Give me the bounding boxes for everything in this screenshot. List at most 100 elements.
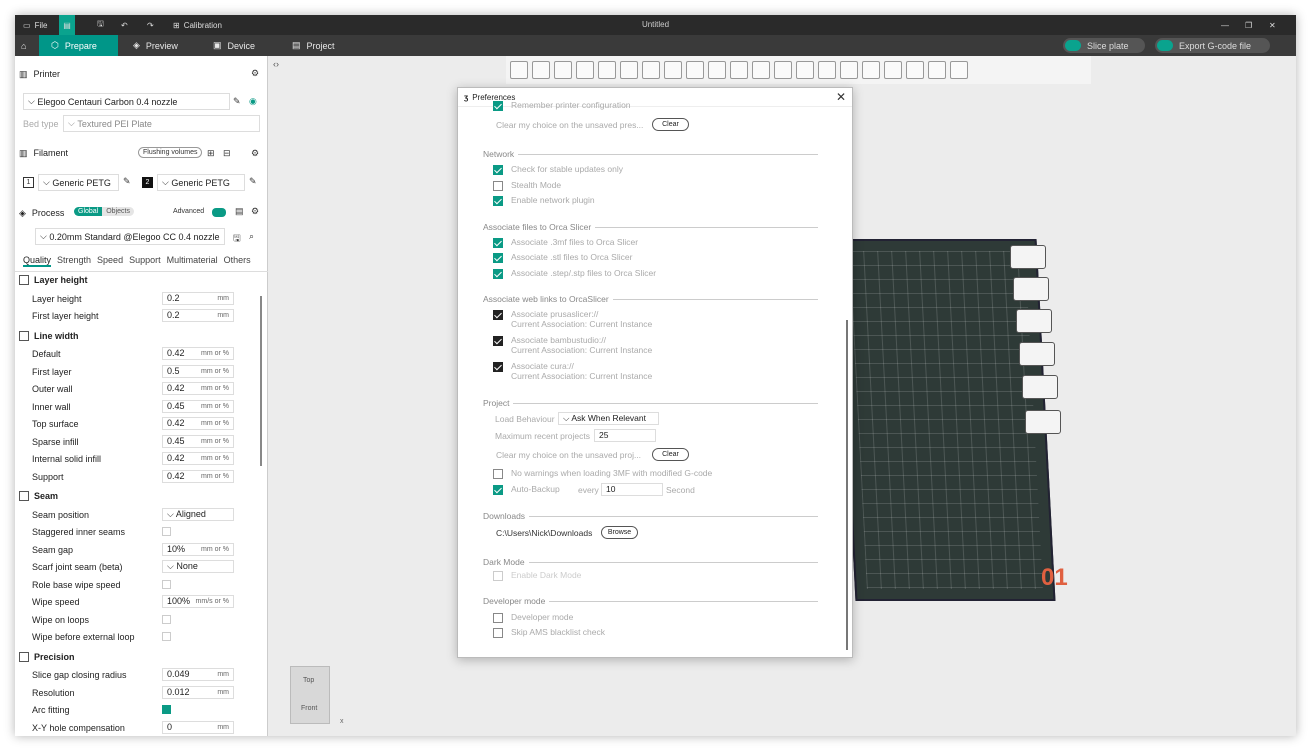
slice-gap-input[interactable]: 0.049 mm <box>162 668 234 681</box>
add-object-icon[interactable] <box>510 61 528 79</box>
tab-preview[interactable]: ◈ Preview <box>121 35 190 56</box>
sidebar-scrollbar[interactable] <box>260 296 262 466</box>
minimize-icon[interactable]: — <box>1221 15 1229 35</box>
first-layer-height-input[interactable]: 0.2 mm <box>162 309 234 322</box>
scarf-joint-select[interactable]: ⌵ None <box>162 560 234 573</box>
assoc-cura-option[interactable]: Associate cura://Current Association: Cu… <box>493 361 652 381</box>
assoc-bambu-option[interactable]: Associate bambustudio://Current Associat… <box>493 335 652 355</box>
network-plugin-option[interactable]: Enable network plugin <box>493 195 595 206</box>
lay-on-face-icon[interactable] <box>730 61 748 79</box>
checkbox[interactable] <box>493 310 503 320</box>
tab-strength[interactable]: Strength <box>57 255 91 267</box>
checkbox[interactable] <box>493 181 503 191</box>
bed-type-select[interactable]: ⌵ Textured PEI Plate <box>63 115 260 132</box>
process-settings-icon[interactable]: ⚙ <box>251 206 259 217</box>
tab-project[interactable]: ▤ Project <box>280 35 347 56</box>
maximize-icon[interactable]: ❐ <box>1245 15 1252 35</box>
arrange-icon[interactable] <box>576 61 594 79</box>
view-icon[interactable] <box>950 61 968 79</box>
tab-device[interactable]: ▣ Device <box>201 35 267 56</box>
load-behaviour-select[interactable]: ⌵ Ask When Relevant <box>558 412 659 425</box>
first-layer-width-input[interactable]: 0.5 mm or % <box>162 365 234 378</box>
max-recent-input[interactable]: 25 <box>594 429 656 442</box>
objects-option[interactable]: Objects <box>102 207 134 216</box>
grid-icon[interactable] <box>532 61 550 79</box>
assoc-stl-option[interactable]: Associate .stl files to Orca Slicer <box>493 252 632 263</box>
stable-updates-option[interactable]: Check for stable updates only <box>493 164 623 175</box>
support-paint-icon[interactable] <box>796 61 814 79</box>
checkbox[interactable] <box>493 238 503 248</box>
assoc-3mf-option[interactable]: Associate .3mf files to Orca Slicer <box>493 237 638 248</box>
tab-speed[interactable]: Speed <box>97 255 123 267</box>
search-icon[interactable]: ⌕ <box>249 231 254 242</box>
edit-filament-2-icon[interactable]: ✎ <box>249 176 257 187</box>
outer-wall-width-input[interactable]: 0.42 mm or % <box>162 382 234 395</box>
measure-icon[interactable] <box>884 61 902 79</box>
close-window-icon[interactable]: ✕ <box>1269 15 1276 35</box>
checkbox[interactable] <box>493 101 503 111</box>
skip-ams-option[interactable]: Skip AMS blacklist check <box>493 627 605 638</box>
move-icon[interactable] <box>664 61 682 79</box>
cut-icon[interactable] <box>752 61 770 79</box>
resolution-input[interactable]: 0.012 mm <box>162 686 234 699</box>
filament-2-select[interactable]: ⌵ Generic PETG <box>157 174 245 191</box>
filament-settings-icon[interactable]: ⚙ <box>251 148 259 159</box>
layers-icon[interactable] <box>642 61 660 79</box>
advanced-toggle[interactable] <box>212 208 226 217</box>
assembly-icon[interactable] <box>906 61 924 79</box>
wipe-on-loops-checkbox[interactable] <box>162 615 171 624</box>
mesh-boolean-icon[interactable] <box>774 61 792 79</box>
wipe-before-external-checkbox[interactable] <box>162 632 171 641</box>
add-filament-icon[interactable]: ⊞ <box>207 148 215 159</box>
process-profile-select[interactable]: ⌵ 0.20mm Standard @Elegoo CC 0.4 nozzle <box>35 228 225 245</box>
developer-mode-option[interactable]: Developer mode <box>493 612 573 623</box>
remember-printer-option[interactable]: Remember printer configuration <box>493 100 631 111</box>
rotate-icon[interactable] <box>686 61 704 79</box>
checkbox[interactable] <box>493 613 503 623</box>
lock-plate-icon[interactable] <box>1019 342 1055 366</box>
svg-icon[interactable] <box>928 61 946 79</box>
orient-icon[interactable] <box>554 61 572 79</box>
dialog-scrollbar[interactable] <box>846 320 848 650</box>
view-cube[interactable]: Top Front <box>290 666 330 724</box>
edit-icon[interactable]: ✎ <box>233 96 241 107</box>
stealth-mode-option[interactable]: Stealth Mode <box>493 180 561 191</box>
edit-filament-1-icon[interactable]: ✎ <box>123 176 131 187</box>
internal-solid-infill-width-input[interactable]: 0.42 mm or % <box>162 452 234 465</box>
auto-backup-option[interactable]: Auto-Backup <box>493 484 560 495</box>
checkbox[interactable] <box>493 165 503 175</box>
checkbox[interactable] <box>493 485 503 495</box>
printer-select[interactable]: ⌵ Elegoo Centauri Carbon 0.4 nozzle <box>23 93 230 110</box>
split-objects-icon[interactable] <box>598 61 616 79</box>
checkbox[interactable] <box>493 469 503 479</box>
role-base-wipe-checkbox[interactable] <box>162 580 171 589</box>
flushing-volumes-button[interactable]: Flushing volumes <box>138 147 203 158</box>
support-width-input[interactable]: 0.42 mm or % <box>162 470 234 483</box>
assoc-prusa-option[interactable]: Associate prusaslicer://Current Associat… <box>493 309 652 329</box>
checkbox[interactable] <box>493 628 503 638</box>
global-objects-toggle[interactable]: Global Objects <box>74 207 134 216</box>
fuzzy-skin-icon[interactable] <box>840 61 858 79</box>
home-icon[interactable]: ⌂ <box>15 35 32 56</box>
tab-support[interactable]: Support <box>129 255 161 267</box>
close-icon[interactable]: ✕ <box>836 90 846 104</box>
xy-hole-comp-input[interactable]: 0 mm <box>162 721 234 734</box>
seam-paint-icon[interactable] <box>818 61 836 79</box>
compare-icon[interactable]: ▤ <box>235 206 244 217</box>
checkbox[interactable] <box>493 336 503 346</box>
export-gcode-button[interactable]: Export G-code file <box>1155 38 1270 53</box>
split-parts-icon[interactable] <box>620 61 638 79</box>
delete-plate-icon[interactable] <box>1010 245 1046 269</box>
wifi-icon[interactable]: ◉ <box>249 96 257 107</box>
wipe-speed-input[interactable]: 100% mm/s or % <box>162 595 234 608</box>
checkbox[interactable] <box>493 269 503 279</box>
printer-settings-icon[interactable]: ⚙ <box>251 68 259 79</box>
staggered-seams-checkbox[interactable] <box>162 527 171 536</box>
slice-plate-button[interactable]: Slice plate <box>1063 38 1145 53</box>
sparse-infill-width-input[interactable]: 0.45 mm or % <box>162 435 234 448</box>
backup-interval-input[interactable]: 10 <box>601 483 663 496</box>
seam-position-select[interactable]: ⌵ Aligned <box>162 508 234 521</box>
remove-filament-icon[interactable]: ⊟ <box>223 148 231 159</box>
checkbox[interactable] <box>493 362 503 372</box>
tab-multimaterial[interactable]: Multimaterial <box>167 255 218 267</box>
